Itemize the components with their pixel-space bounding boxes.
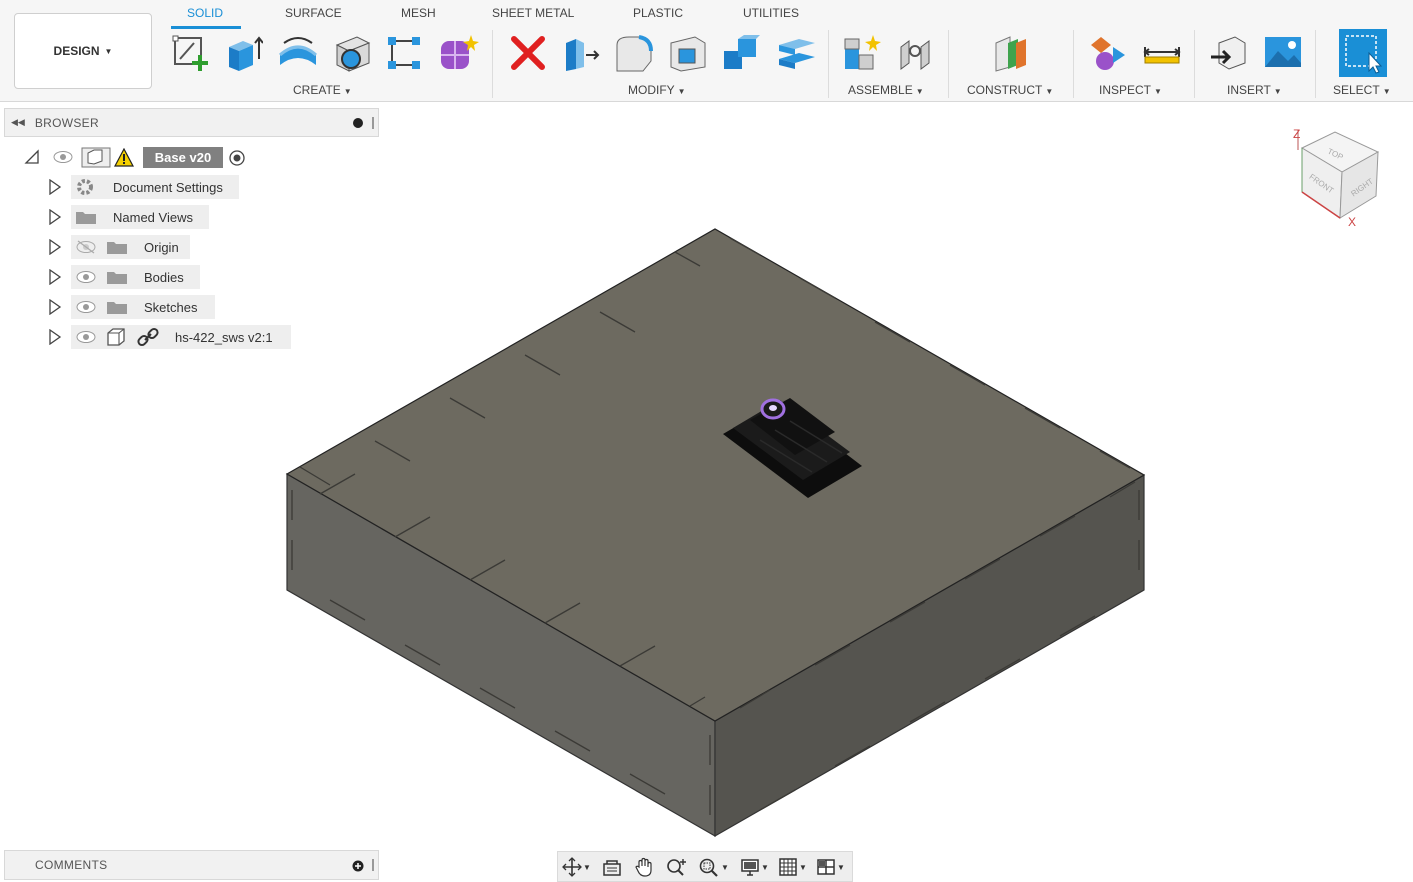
eye-icon[interactable] [75, 330, 97, 344]
tree-item-label: Named Views [113, 210, 193, 225]
gear-icon [77, 179, 93, 195]
orbit-icon [562, 857, 582, 877]
tree-item-label: Bodies [144, 270, 184, 285]
eye-icon[interactable] [52, 150, 74, 164]
grid-snap-button[interactable]: ▼ [778, 857, 807, 877]
chevron-down-icon: ▼ [721, 862, 729, 872]
grid-icon [779, 858, 797, 876]
pan-button[interactable] [634, 857, 654, 877]
browser-title: BROWSER [34, 115, 99, 130]
collapse-triangle-icon[interactable] [24, 149, 40, 165]
zoom-button[interactable] [666, 857, 688, 877]
tree-item-label: Sketches [144, 300, 198, 315]
viewports-button[interactable]: ▼ [816, 857, 845, 877]
browser-pin-icon[interactable] [372, 117, 374, 129]
add-comment-icon[interactable] [352, 860, 364, 872]
orbit-button[interactable]: ▼ [562, 857, 591, 877]
comments-panel-header[interactable]: COMMENTS [4, 850, 379, 880]
root-document-label[interactable]: Base v20 [143, 147, 223, 168]
expand-triangle-icon[interactable] [48, 299, 62, 315]
link-icon [137, 327, 159, 347]
axis-x-label: X [1348, 215, 1356, 229]
eye-icon[interactable] [75, 300, 97, 314]
fit-button[interactable]: ▼ [698, 857, 729, 877]
tree-item-label: hs-422_sws v2:1 [175, 330, 273, 345]
warning-icon[interactable] [114, 148, 134, 167]
axis-z-label: Z [1293, 127, 1300, 141]
multiple-views-icon [817, 859, 835, 875]
eye-icon[interactable] [75, 270, 97, 284]
fusion-app-window: DESIGN ▼ SOLID SURFACE MESH SHEET METAL … [0, 0, 1413, 882]
folder-icon [107, 272, 127, 284]
component-icon [107, 328, 125, 346]
activate-radio-icon[interactable] [228, 149, 246, 167]
display-settings-button[interactable]: ▼ [740, 857, 769, 877]
expand-triangle-icon[interactable] [48, 269, 62, 285]
expand-triangle-icon[interactable] [48, 239, 62, 255]
document-component-icon [81, 147, 111, 168]
tree-item-label: Origin [144, 240, 179, 255]
zoom-window-icon [699, 858, 718, 877]
navigation-bar: ▼ ▼ ▼ ▼ ▼ [557, 851, 853, 882]
viewcube-icon: Z X TOP FRONT RIGHT [1293, 127, 1380, 229]
chevron-down-icon: ▼ [799, 862, 807, 872]
expand-triangle-icon[interactable] [48, 209, 62, 225]
pan-hand-icon [635, 857, 652, 877]
comments-title: COMMENTS [35, 858, 108, 872]
collapse-panel-icon[interactable]: ◀◀ [11, 117, 25, 128]
comments-pin-icon[interactable] [372, 859, 374, 871]
browser-panel-header[interactable]: ◀◀ BROWSER [4, 108, 379, 137]
monitor-icon [741, 859, 759, 876]
folder-icon [76, 212, 96, 224]
folder-icon [107, 302, 127, 314]
look-at-button[interactable] [602, 857, 622, 877]
chevron-down-icon: ▼ [761, 862, 769, 872]
chevron-down-icon: ▼ [583, 862, 591, 872]
look-at-icon [603, 860, 621, 876]
viewcube[interactable]: Z X TOP FRONT RIGHT [1290, 122, 1390, 232]
expand-triangle-icon[interactable] [48, 329, 62, 345]
tree-item-label: Document Settings [113, 180, 223, 195]
browser-options-icon[interactable] [353, 118, 363, 128]
folder-icon [107, 242, 127, 254]
hidden-eye-icon[interactable] [75, 240, 97, 254]
zoom-icon [667, 859, 686, 876]
chevron-down-icon: ▼ [837, 862, 845, 872]
expand-triangle-icon[interactable] [48, 179, 62, 195]
